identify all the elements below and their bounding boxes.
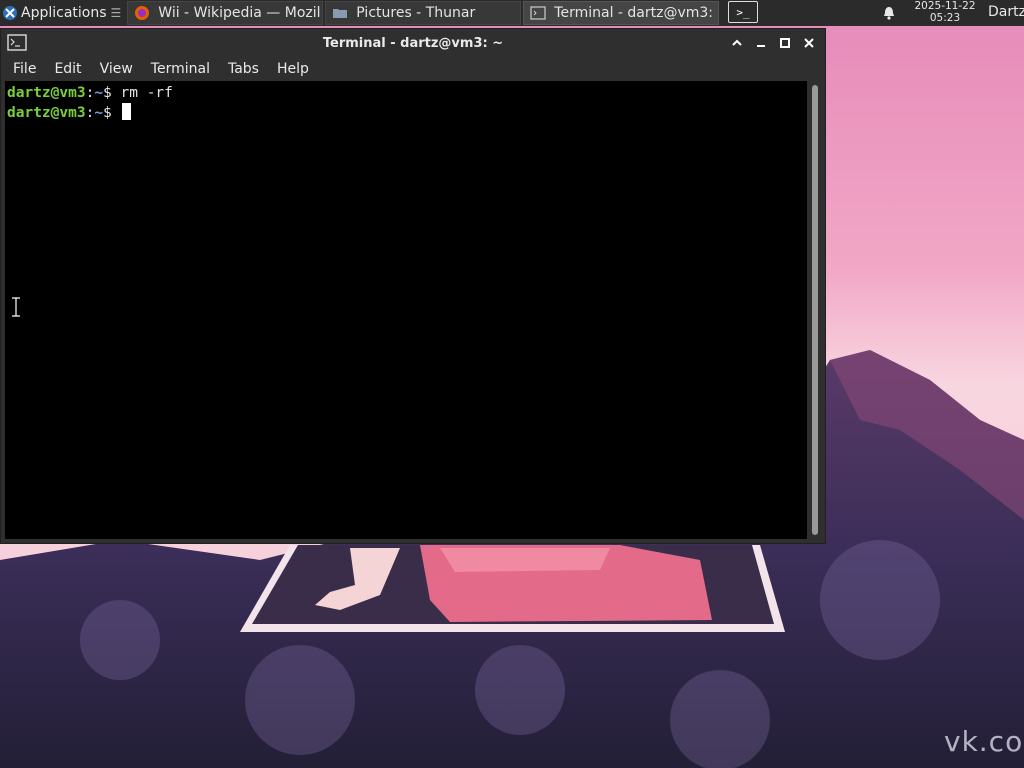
menu-help[interactable]: Help [271,61,315,77]
user-menu[interactable]: Dartz [988,4,1024,20]
command-text [112,105,121,121]
minimize-icon [757,45,765,47]
menu-edit[interactable]: Edit [48,61,87,77]
taskbar-item-label: Pictures - Thunar [356,5,476,21]
menu-terminal[interactable]: Terminal [145,61,216,77]
menu-bar: File Edit View Terminal Tabs Help [1,57,825,81]
terminal-scrollbar[interactable] [809,83,821,539]
menu-view[interactable]: View [94,61,139,77]
firefox-icon [135,6,150,20]
chevron-up-icon [732,39,742,46]
command-text: rm -rf [111,85,173,101]
clock-time: 05:23 [929,12,961,24]
watermark-text: vk.com [944,725,1024,758]
taskbar-item-terminal[interactable]: Terminal - dartz@vm3: ~ [523,1,720,25]
prompt-separator: : [85,105,95,121]
menu-tabs[interactable]: Tabs [222,61,265,77]
applications-label: Applications [21,5,107,21]
window-titlebar[interactable]: Terminal - dartz@vm3: ~ [1,29,825,57]
taskbar-item-firefox[interactable]: Wii - Wikipedia — Mozil... [127,1,324,25]
prompt-path: ~ [94,85,104,101]
taskbar-item-label: Terminal - dartz@vm3: ~ [554,5,720,21]
window-title: Terminal - dartz@vm3: ~ [322,35,504,51]
clock-date: 2025-11-22 [914,0,976,12]
prompt-separator: : [85,85,95,101]
scrollbar-thumb[interactable] [812,85,818,535]
prompt-path: ~ [94,105,104,121]
applications-menu-button[interactable]: Applications ☰ [0,0,125,26]
terminal-line: dartz@vm3:~$ rm -rf [7,84,805,103]
maximize-button[interactable] [775,34,795,52]
terminal-window: Terminal - dartz@vm3: ~ File Edit View T… [0,28,826,544]
text-cursor [121,103,131,120]
top-panel: Applications ☰ Wii - Wikipedia — Mozil..… [0,0,1024,26]
prompt-user-host: dartz@vm3 [7,105,86,121]
prompt-user-host: dartz@vm3 [7,85,86,101]
close-icon [804,38,814,48]
applications-menu-separator: ☰ [110,6,122,20]
shade-button[interactable] [727,34,747,52]
terminal-line: dartz@vm3:~$ [7,103,805,123]
terminal-window-icon[interactable] [7,34,27,51]
taskbar-item-thunar[interactable]: Pictures - Thunar [325,1,522,25]
xfce-logo-icon [3,6,17,20]
folder-icon [333,9,348,18]
menu-file[interactable]: File [7,61,42,77]
prompt-symbol: $ [103,105,112,121]
close-button[interactable] [799,34,819,52]
panel-clock[interactable]: 2025-11-22 05:23 [905,0,985,24]
terminal-launcher-icon[interactable]: >_ [728,1,758,23]
maximize-icon [780,38,790,48]
minimize-button[interactable] [751,34,771,52]
terminal-output[interactable]: dartz@vm3:~$ rm -rf dartz@vm3:~$ [5,81,807,539]
bell-icon[interactable] [881,5,897,21]
prompt-symbol: $ [103,85,112,101]
taskbar-item-label: Wii - Wikipedia — Mozil... [158,5,324,21]
terminal-icon [530,6,546,20]
ibeam-cursor-icon [12,296,20,318]
